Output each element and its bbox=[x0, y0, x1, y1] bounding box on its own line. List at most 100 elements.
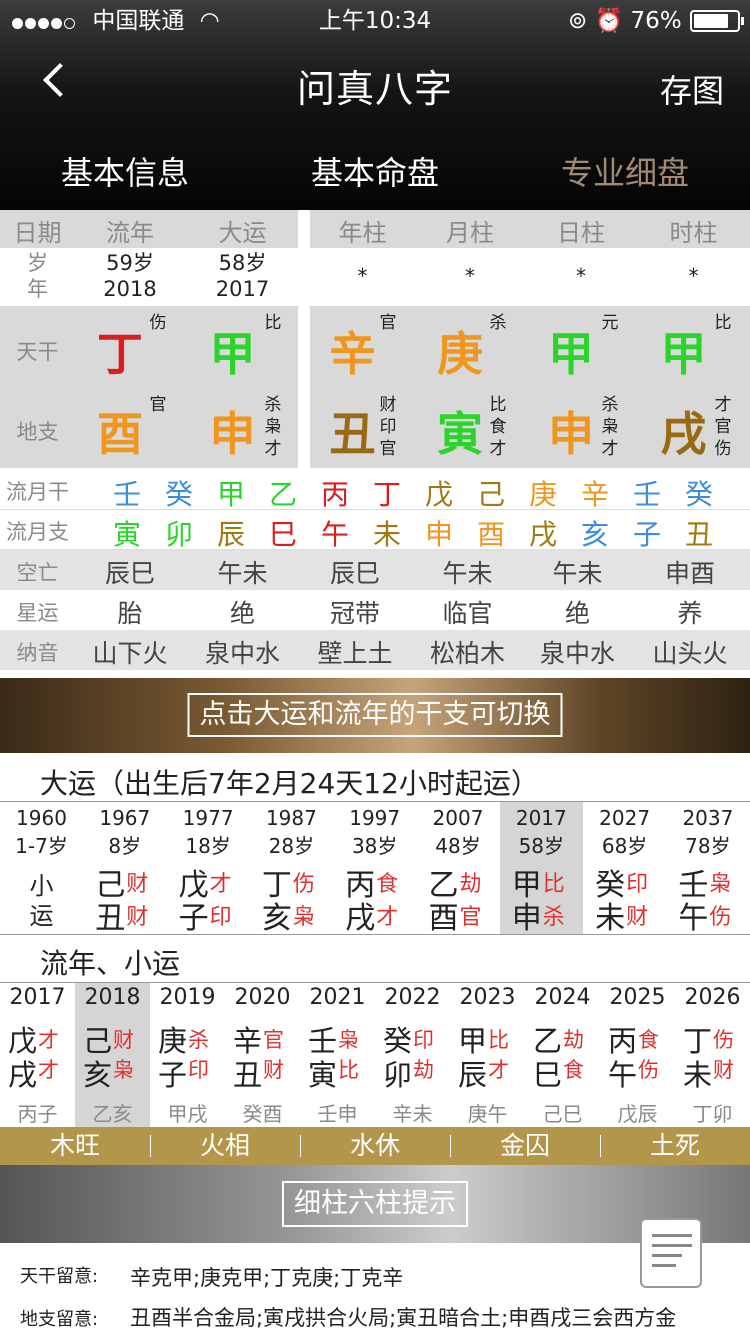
dayun-zhi[interactable]: 酉 bbox=[429, 893, 459, 937]
liuyuegan-char: 癸 bbox=[164, 478, 193, 511]
xingyun-value: 冠带 bbox=[329, 599, 380, 628]
dayun-age: 68岁 bbox=[601, 834, 648, 858]
liunian-year: 2022 bbox=[384, 985, 441, 1010]
kongwang-value: 午未 bbox=[442, 559, 493, 588]
col-header-2: 大运 bbox=[218, 219, 267, 247]
dayun-year: 1960 bbox=[16, 806, 67, 830]
liunian-zhi-god: 伤 bbox=[638, 1058, 659, 1082]
xiaoyun-ganzhi[interactable]: 辛未 bbox=[375, 1098, 450, 1127]
xingyun-label: 星运 bbox=[16, 601, 59, 625]
liunian-gan-god: 杀 bbox=[188, 1028, 209, 1052]
liunian-zhi[interactable]: 寅 bbox=[308, 1052, 337, 1094]
tiangan-tip-label: 天干留意: bbox=[20, 1266, 99, 1287]
dayun-year: 1997 bbox=[349, 806, 401, 830]
dizhi-hidden-god: 才 bbox=[489, 439, 507, 459]
liunian-zhi[interactable]: 丑 bbox=[233, 1052, 262, 1094]
liunian-zhi[interactable]: 未 bbox=[683, 1052, 712, 1094]
xiaoyun-ganzhi[interactable]: 癸酉 bbox=[225, 1098, 300, 1127]
dayun-year: 2027 bbox=[599, 806, 651, 830]
liuyuezhi-char: 丑 bbox=[684, 518, 713, 551]
xiaoyun-ganzhi[interactable]: 丙子 bbox=[0, 1098, 75, 1127]
header-bar: 中国联通 ◠ 上午10:34 ⊚ ⏰ 76% 问真八字 存图 基本信息 基本命盘… bbox=[0, 0, 750, 210]
xingyun-value: 临官 bbox=[442, 599, 493, 628]
xingyun-value: 养 bbox=[677, 599, 703, 628]
liunian-zhi[interactable]: 卯 bbox=[383, 1052, 412, 1094]
liunian-gan-god: 伤 bbox=[713, 1028, 734, 1052]
tiangan-tip-value: 辛克甲;庚克甲;丁克庚;丁克辛 bbox=[130, 1266, 404, 1290]
status-icons: ⊚ ⏰ 76% bbox=[568, 6, 682, 36]
xiaoyun-ganzhi[interactable]: 戊辰 bbox=[600, 1098, 675, 1127]
notes-icon[interactable] bbox=[640, 1218, 702, 1288]
liunian-zhi[interactable]: 戌 bbox=[8, 1052, 37, 1094]
liunian-gan-god: 财 bbox=[113, 1028, 134, 1052]
nayin-value: 山下火 bbox=[92, 639, 168, 668]
dayun-zhi-god: 财 bbox=[626, 905, 649, 930]
xingyun-value: 胎 bbox=[117, 599, 143, 628]
save-image-button[interactable]: 存图 bbox=[660, 66, 724, 112]
liunian-year: 2021 bbox=[309, 985, 366, 1010]
dayun-zhi[interactable]: 未 bbox=[595, 893, 625, 937]
dayun-zhi[interactable]: 丑 bbox=[95, 893, 125, 937]
liunian-zhi-god: 食 bbox=[563, 1058, 584, 1082]
liunian-year: 2019 bbox=[159, 985, 216, 1010]
liunian-zhi[interactable]: 巳 bbox=[533, 1052, 562, 1094]
liunian-zhi-god: 财 bbox=[263, 1058, 284, 1082]
liuyuegan-char: 壬 bbox=[112, 478, 141, 511]
nayin-label: 纳音 bbox=[16, 641, 59, 665]
liunian-zhi-god: 劫 bbox=[413, 1058, 434, 1082]
liunian-gan-god: 劫 bbox=[563, 1028, 584, 1052]
dizhi-label: 地支 bbox=[16, 420, 59, 444]
dizhi-hidden-god: 才 bbox=[601, 439, 619, 459]
nayin-value: 泉中水 bbox=[204, 639, 280, 668]
dayun-zhi-god: 伤 bbox=[709, 905, 732, 930]
liuyuegan-label: 流月干 bbox=[6, 480, 69, 504]
wuxing-separator bbox=[300, 1135, 301, 1157]
age-row: 岁年 59岁 2018 58岁 2017 * * * * bbox=[0, 248, 750, 306]
liunian-zhi[interactable]: 子 bbox=[158, 1052, 187, 1094]
dayun-zhi-god: 枭 bbox=[292, 905, 315, 930]
dayun-zhi[interactable]: 午 bbox=[678, 893, 708, 937]
tips-banner: 细柱六柱提示 bbox=[0, 1165, 750, 1243]
liunian-zhi[interactable]: 午 bbox=[608, 1052, 637, 1094]
liunian-year: 2020 bbox=[234, 985, 291, 1010]
nayin-value: 壁上土 bbox=[317, 639, 393, 668]
liuyuezhi-char: 卯 bbox=[164, 518, 193, 551]
liuyuegan-char: 乙 bbox=[268, 478, 297, 511]
liunian-zhi[interactable]: 亥 bbox=[83, 1052, 112, 1094]
xiaoyun-ganzhi[interactable]: 庚午 bbox=[450, 1098, 525, 1127]
dizhi-hidden-god: 才 bbox=[264, 439, 282, 459]
dayun-age: 1-7岁 bbox=[15, 834, 68, 858]
dayun-zhi[interactable]: 亥 bbox=[262, 893, 292, 937]
dayun-zhi[interactable]: 申 bbox=[512, 893, 542, 937]
tab-basic-info[interactable]: 基本信息 bbox=[0, 148, 250, 194]
pillar-star: * bbox=[576, 264, 586, 288]
rotation-lock-icon: ⊚ bbox=[568, 8, 588, 34]
xiaoyun-ganzhi[interactable]: 甲戌 bbox=[150, 1098, 225, 1127]
kongwang-value: 辰巳 bbox=[104, 559, 155, 588]
tiangan-god: 比 bbox=[264, 313, 282, 333]
liuyuezhi-char: 酉 bbox=[476, 518, 505, 551]
kongwang-value: 申酉 bbox=[664, 559, 715, 588]
liuyuezhi-char: 戌 bbox=[528, 518, 557, 551]
liuyuegan-char: 丙 bbox=[320, 478, 349, 511]
xiaoyun-ganzhi[interactable]: 壬申 bbox=[300, 1098, 375, 1127]
switch-hint-banner: 点击大运和流年的干支可切换 bbox=[0, 678, 750, 753]
tiangan-god: 比 bbox=[714, 313, 732, 333]
dayun-zhi[interactable]: 戌 bbox=[345, 893, 375, 937]
liunian-zhi[interactable]: 辰 bbox=[458, 1052, 487, 1094]
dayun-zhi[interactable]: 子 bbox=[179, 893, 209, 937]
dizhi-hidden-god: 印 bbox=[379, 417, 397, 437]
tab-professional-chart[interactable]: 专业细盘 bbox=[500, 148, 750, 194]
liuyuezhi-label: 流月支 bbox=[6, 520, 69, 544]
liunian-gan-god: 枭 bbox=[338, 1028, 359, 1052]
xiaoyun-ganzhi[interactable]: 乙亥 bbox=[75, 1098, 150, 1127]
tab-basic-chart[interactable]: 基本命盘 bbox=[250, 148, 500, 194]
liunian-age: 59岁 2018 bbox=[103, 251, 157, 301]
wuxing-separator bbox=[450, 1135, 451, 1157]
dayun-year: 2037 bbox=[682, 806, 734, 830]
xiaoyun-ganzhi[interactable]: 己巳 bbox=[525, 1098, 600, 1127]
dayun-gan-god: 印 bbox=[626, 872, 649, 897]
liuyuegan-char: 丁 bbox=[372, 478, 401, 511]
dayun-gan-god: 食 bbox=[376, 872, 399, 897]
xiaoyun-ganzhi[interactable]: 丁卯 bbox=[675, 1098, 750, 1127]
